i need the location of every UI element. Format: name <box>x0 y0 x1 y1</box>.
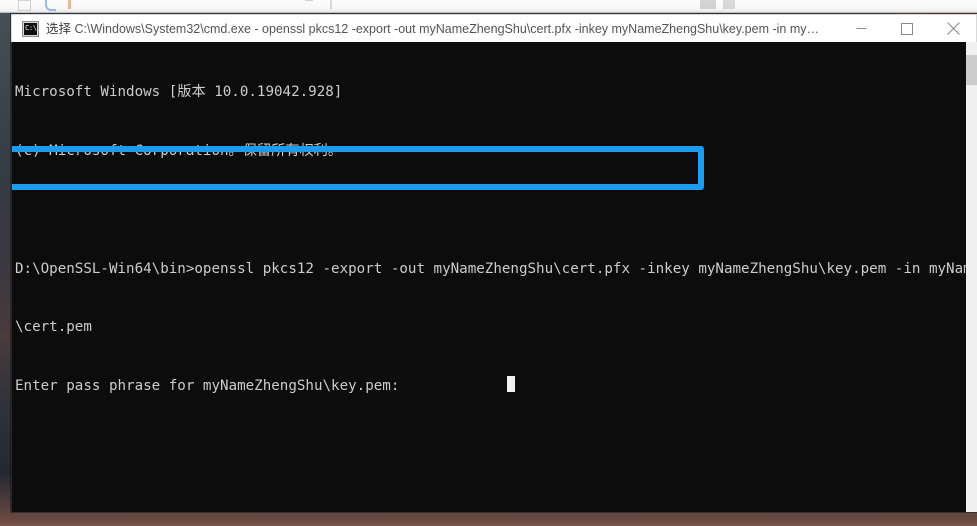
scrollbar-down-arrow[interactable] <box>966 501 977 512</box>
toolbar-ghost-icon-1 <box>18 0 31 11</box>
toolbar-ghost-icon-4 <box>305 0 313 10</box>
close-icon <box>946 22 960 35</box>
console-text-buffer: Microsoft Windows [版本 10.0.19042.928] (c… <box>15 44 977 436</box>
screenshot-root: 选择 C:\Windows\System32\cmd.exe - openssl… <box>0 0 977 526</box>
window-title-path: C:\Windows\System32\cmd.exe - openssl pk… <box>74 21 820 36</box>
scrollbar-up-arrow[interactable] <box>966 42 977 53</box>
console-line: Microsoft Windows [版本 10.0.19042.928] <box>15 84 343 101</box>
window-title: 选择 C:\Windows\System32\cmd.exe - openssl… <box>46 15 838 42</box>
toolbar-ghost-icon-5 <box>330 0 332 9</box>
toolbar-ghost-icon-2 <box>45 0 56 11</box>
cmd-console-icon <box>22 20 39 37</box>
window-controls <box>838 15 976 42</box>
console-vertical-scrollbar[interactable] <box>966 42 977 512</box>
window-titlebar[interactable]: 选择 C:\Windows\System32\cmd.exe - openssl… <box>11 14 977 42</box>
minimize-icon <box>856 28 866 29</box>
console-line: D:\OpenSSL-Win64\bin>openssl pkcs12 -exp… <box>15 260 977 277</box>
toolbar-ghost-icon-7 <box>723 0 735 9</box>
maximize-button[interactable] <box>884 15 930 42</box>
scrollbar-thumb[interactable] <box>966 55 977 85</box>
text-cursor <box>507 376 515 392</box>
maximize-icon <box>901 22 913 35</box>
minimize-button[interactable] <box>838 15 884 42</box>
close-button[interactable] <box>930 15 976 42</box>
background-app-toolbar-strip <box>0 0 977 13</box>
console-output-area[interactable]: Microsoft Windows [版本 10.0.19042.928] (c… <box>11 42 977 512</box>
toolbar-ghost-icon-6 <box>700 0 716 9</box>
window-title-prefix: 选择 <box>46 21 72 36</box>
console-line: (c) Microsoft Corporation。保留所有权利。 <box>15 142 343 159</box>
console-line: \cert.pem <box>15 319 92 336</box>
command-prompt-window: 选择 C:\Windows\System32\cmd.exe - openssl… <box>11 14 977 512</box>
toolbar-ghost-icon-3 <box>68 0 71 9</box>
console-line-passphrase-prompt: Enter pass phrase for myNameZhengShu\key… <box>15 378 400 395</box>
